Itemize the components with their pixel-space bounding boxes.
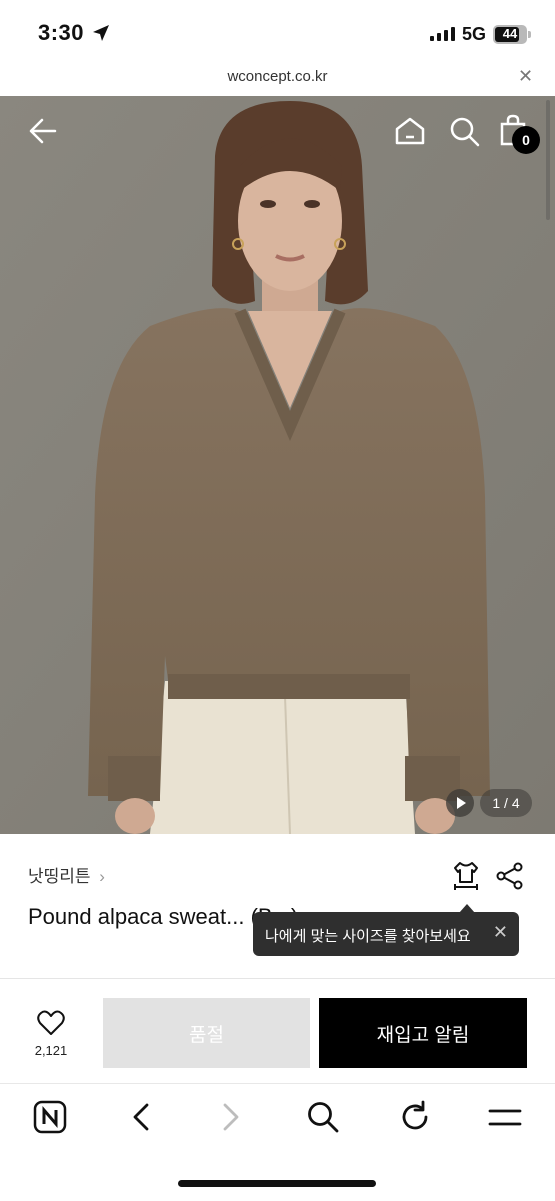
refresh-icon[interactable] [398, 1100, 432, 1134]
size-tooltip-text: 나에게 맞는 사이즈를 찾아보세요 [265, 928, 471, 945]
product-image[interactable] [0, 96, 555, 834]
url-text[interactable]: wconcept.co.kr [0, 68, 555, 85]
home-icon[interactable] [394, 116, 426, 146]
soldout-button[interactable]: 품절 [103, 998, 310, 1068]
status-time: 3:30 [38, 20, 85, 45]
naver-icon[interactable] [33, 1100, 67, 1134]
brand-name: 낫띵리튼 [28, 867, 91, 886]
close-icon[interactable]: ✕ [518, 66, 533, 87]
size-tooltip[interactable]: 나에게 맞는 사이즈를 찾아보세요 ✕ [253, 912, 519, 956]
forward-icon[interactable] [218, 1102, 244, 1132]
back-arrow-icon[interactable] [28, 116, 58, 146]
restock-alert-button[interactable]: 재입고 알림 [319, 998, 527, 1068]
image-pager: 1 / 4 [480, 789, 532, 817]
size-guide-icon[interactable] [452, 860, 480, 892]
location-arrow-icon [93, 25, 109, 41]
battery-icon: 44 [493, 25, 527, 44]
network-label: 5G [462, 24, 487, 44]
divider [0, 978, 555, 979]
like-count: 2,121 [34, 1043, 68, 1058]
cart-count-badge: 0 [512, 126, 540, 154]
search-icon[interactable] [449, 116, 481, 148]
tooltip-close-icon[interactable]: ✕ [493, 922, 508, 943]
brand-link[interactable]: 낫띵리튼 › [28, 862, 105, 887]
battery-level: 44 [502, 26, 518, 41]
chevron-right-icon: › [99, 867, 105, 886]
menu-icon[interactable] [488, 1105, 522, 1131]
heart-icon[interactable] [37, 1010, 65, 1036]
scrollbar[interactable] [546, 100, 550, 220]
play-button[interactable] [446, 789, 474, 817]
toolbar-search-icon[interactable] [306, 1100, 340, 1134]
signal-icon [430, 27, 455, 41]
home-indicator [178, 1180, 376, 1187]
play-icon [457, 797, 466, 809]
back-icon[interactable] [128, 1102, 154, 1132]
share-icon[interactable] [496, 862, 524, 890]
